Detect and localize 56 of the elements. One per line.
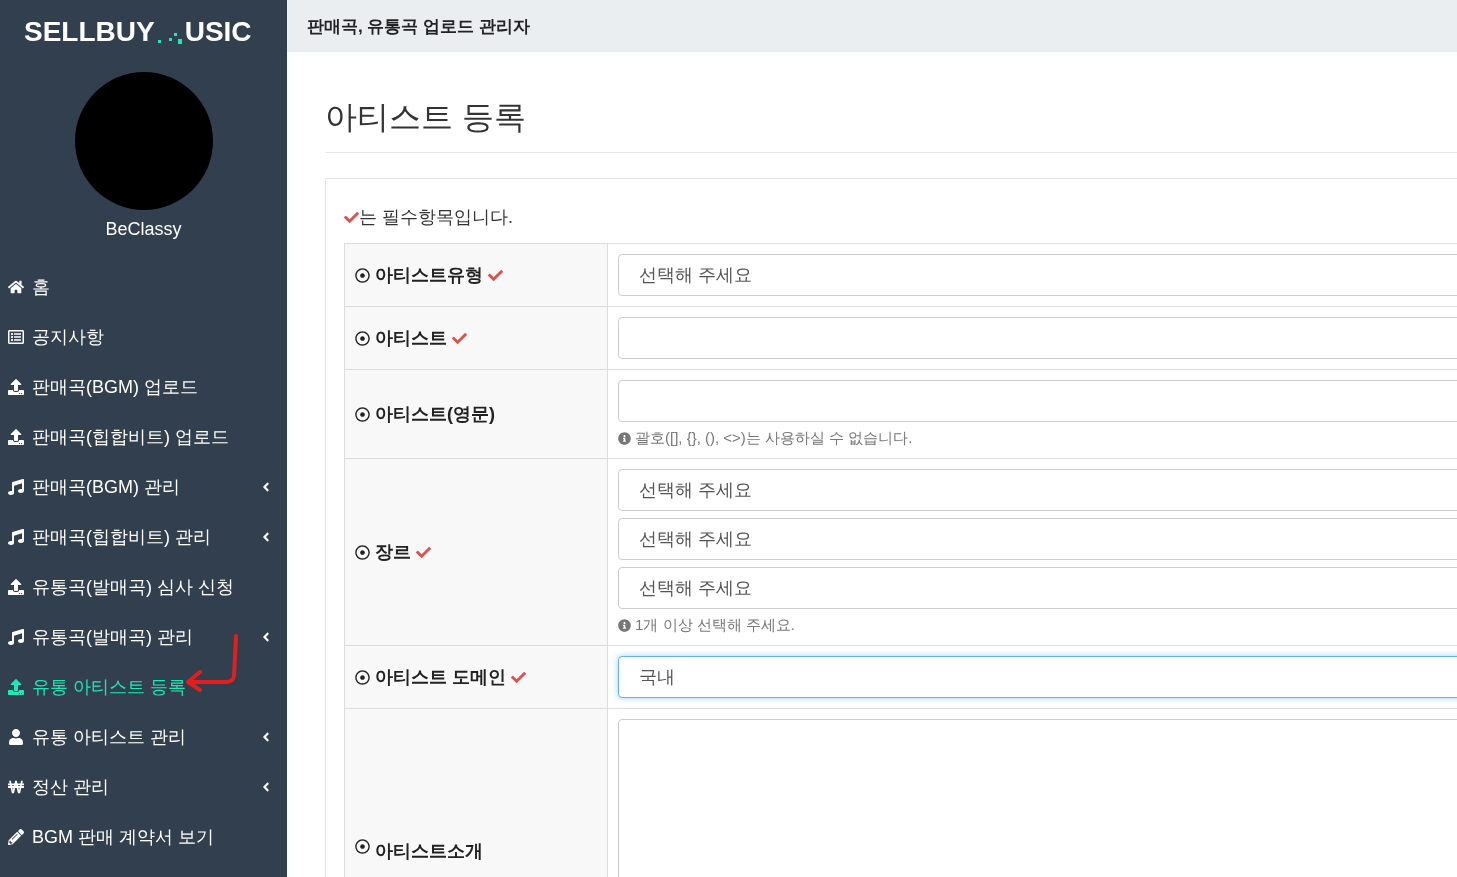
menu-item[interactable]: 판매곡(BGM) 업로드 bbox=[0, 362, 287, 412]
bullet-icon bbox=[355, 544, 370, 560]
info-icon bbox=[618, 619, 631, 632]
label-text: 아티스트 도메인 bbox=[375, 666, 506, 689]
label-text: 아티스트소개 bbox=[375, 840, 483, 863]
user-name: BeClassy bbox=[104, 219, 183, 240]
required-check-icon bbox=[344, 209, 359, 225]
music-icon bbox=[8, 629, 24, 645]
label-text: 장르 bbox=[375, 541, 411, 564]
upload-icon bbox=[8, 429, 24, 445]
input-field[interactable] bbox=[618, 380, 1457, 422]
upload-icon bbox=[8, 579, 24, 595]
logo-dots-icon bbox=[156, 30, 183, 44]
menu-item[interactable]: 판매곡(힙합비트) 업로드 bbox=[0, 412, 287, 462]
label-text: 아티스트 bbox=[375, 327, 447, 350]
menu-item[interactable]: 유통곡(발매곡) 관리 bbox=[0, 612, 287, 662]
help-text: 1개 이상 선택해 주세요. bbox=[635, 616, 795, 635]
select-field[interactable]: 선택해 주세요 bbox=[618, 567, 1457, 609]
select-field[interactable]: 선택해 주세요 bbox=[618, 254, 1457, 296]
help-text: 괄호([], {}, (), <>)는 사용하실 수 없습니다. bbox=[635, 429, 913, 448]
menu-item[interactable]: 유통 아티스트 등록 bbox=[0, 662, 287, 712]
menu-item[interactable]: 판매곡(힙합비트) 관리 bbox=[0, 512, 287, 562]
list-icon bbox=[8, 329, 24, 345]
logo-text: USIC bbox=[184, 16, 252, 48]
logo-text: SELLBUY bbox=[24, 16, 155, 48]
won-icon bbox=[8, 779, 24, 795]
pencil-icon bbox=[8, 829, 24, 845]
textarea-field[interactable] bbox=[618, 719, 1457, 877]
bullet-icon bbox=[355, 267, 370, 283]
menu-item[interactable]: 홈 bbox=[0, 262, 287, 312]
page-title: 아티스트 등록 bbox=[325, 96, 1457, 153]
menu-item[interactable]: 판매곡(BGM) 관리 bbox=[0, 462, 287, 512]
bullet-icon bbox=[355, 406, 370, 422]
header-title: 판매곡, 유통곡 업로드 관리자 bbox=[287, 0, 1457, 52]
menu-item[interactable]: 유통곡(발매곡) 심사 신청 bbox=[0, 562, 287, 612]
bullet-icon bbox=[355, 669, 370, 685]
user-icon bbox=[8, 729, 24, 745]
upload-icon bbox=[8, 679, 24, 695]
music-icon bbox=[8, 479, 24, 495]
music-icon bbox=[8, 529, 24, 545]
required-note: 는 필수항목입니다. bbox=[359, 206, 513, 229]
label-text: 아티스트(영문) bbox=[375, 403, 495, 426]
input-field[interactable] bbox=[618, 317, 1457, 359]
menu-item[interactable]: 공지사항 bbox=[0, 312, 287, 362]
bullet-icon bbox=[355, 330, 370, 346]
menu-item[interactable]: BGM 판매 계약서 보기 bbox=[0, 812, 287, 862]
menu-item[interactable]: 정산 관리 bbox=[0, 762, 287, 812]
select-field[interactable]: 국내 bbox=[618, 656, 1457, 698]
info-icon bbox=[618, 432, 631, 445]
upload-icon bbox=[8, 379, 24, 395]
home-icon bbox=[8, 279, 24, 295]
label-text: 아티스트유형 bbox=[375, 264, 483, 287]
select-field[interactable]: 선택해 주세요 bbox=[618, 469, 1457, 511]
menu-item[interactable]: 유통 아티스트 관리 bbox=[0, 712, 287, 762]
bullet-icon bbox=[355, 839, 370, 854]
select-field[interactable]: 선택해 주세요 bbox=[618, 518, 1457, 560]
